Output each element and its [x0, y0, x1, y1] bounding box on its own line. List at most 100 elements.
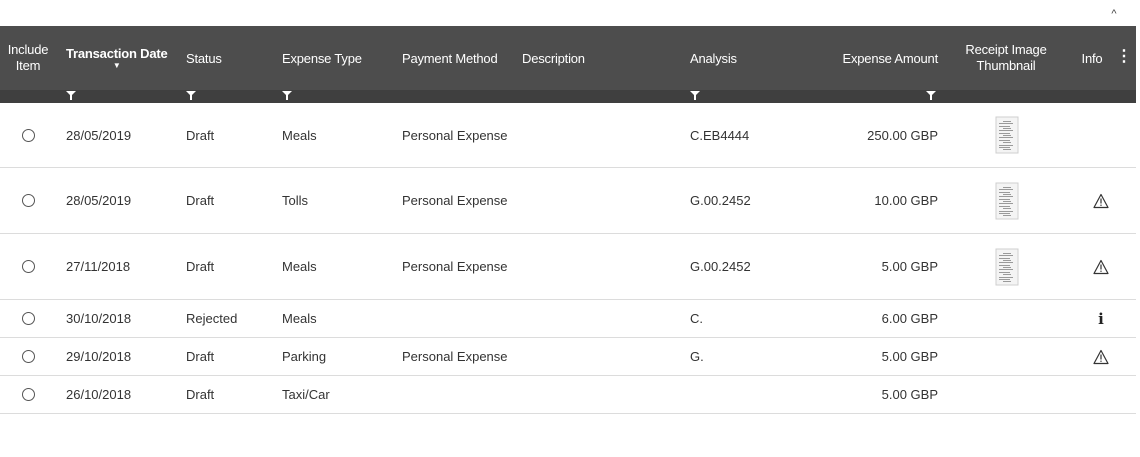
include-item-radio[interactable] [21, 194, 35, 207]
cell-payment-method: Personal Expense [402, 103, 517, 167]
cell-analysis-text: C. [690, 311, 703, 326]
cell-expense-type: Meals [282, 300, 392, 337]
include-item-radio[interactable] [21, 260, 35, 273]
column-transaction-date[interactable]: Transaction Date ▼ [66, 26, 176, 90]
table-row[interactable]: 30/10/2018 Rejected Meals C. 6.00 GBP i [0, 300, 1136, 338]
cell-expense-type: Taxi/Car [282, 376, 392, 413]
collapse-chevron-up-icon[interactable]: ^ [1106, 6, 1122, 22]
cell-analysis-text: C.EB4444 [690, 127, 750, 143]
cell-status-text: Draft [186, 127, 215, 143]
column-label: Expense Type [282, 50, 362, 66]
cell-analysis: C. [690, 300, 790, 337]
warning-icon[interactable] [1093, 259, 1109, 275]
cell-payment-method: Personal Expense [402, 234, 517, 299]
column-description[interactable]: Description [522, 26, 642, 90]
filter-analysis-icon[interactable] [690, 91, 700, 101]
grid-body: 28/05/2019 Draft Meals Personal Expense C.EB… [0, 103, 1136, 414]
cell-expense-amount-text: 6.00 GBP [881, 311, 938, 326]
cell-payment-method [402, 376, 517, 413]
cell-expense-type: Meals [282, 103, 392, 167]
cell-transaction-date: 28/05/2019 [66, 168, 176, 233]
cell-description [522, 338, 682, 375]
cell-receipt-thumbnail [994, 338, 1020, 375]
column-label: Expense Amount [842, 50, 939, 66]
cell-expense-type-text: Meals [282, 127, 317, 143]
column-label: Transaction Date [66, 46, 168, 61]
cell-status-text: Draft [186, 387, 215, 402]
column-analysis[interactable]: Analysis [690, 26, 790, 90]
cell-expense-amount-text: 5.00 GBP [881, 387, 938, 402]
cell-expense-amount-text: 5.00 GBP [881, 259, 938, 274]
cell-expense-amount-text: 250.00 GBP [867, 127, 938, 143]
info-icon[interactable]: i [1098, 310, 1104, 328]
cell-transaction-date: 26/10/2018 [66, 376, 176, 413]
table-row[interactable]: 28/05/2019 Draft Meals Personal Expense C.EB… [0, 103, 1136, 168]
cell-transaction-date: 29/10/2018 [66, 338, 176, 375]
column-label: Receipt Image Thumbnail [965, 42, 1047, 73]
column-info: Info [1072, 26, 1112, 90]
expense-grid: Include Item Transaction Date ▼ Status E… [0, 26, 1136, 414]
column-menu-icon[interactable]: ⋮ [1116, 48, 1132, 66]
grid-header: Include Item Transaction Date ▼ Status E… [0, 26, 1136, 90]
table-row[interactable]: 27/11/2018 Draft Meals Personal Expense G.00… [0, 234, 1136, 300]
cell-info [1088, 234, 1114, 299]
cell-status-text: Rejected [186, 311, 238, 326]
column-label: Status [186, 50, 222, 66]
cell-expense-amount: 10.00 GBP [800, 168, 938, 233]
column-include-item: Include Item [0, 26, 56, 90]
warning-icon[interactable] [1093, 193, 1109, 209]
cell-description [522, 300, 682, 337]
cell-status: Draft [186, 338, 276, 375]
cell-info [1088, 376, 1114, 413]
cell-expense-type: Parking [282, 338, 392, 375]
cell-payment-method-text: Personal Expense [402, 127, 508, 143]
column-label: Info [1081, 50, 1103, 66]
cell-expense-amount-text: 5.00 GBP [881, 349, 938, 364]
receipt-thumbnail-icon[interactable] [995, 182, 1019, 220]
cell-info [1088, 338, 1114, 375]
cell-status: Draft [186, 376, 276, 413]
column-expense-amount[interactable]: Expense Amount [800, 26, 939, 90]
filter-transaction-date-icon[interactable] [66, 91, 76, 101]
cell-transaction-date-text: 28/05/2019 [66, 127, 132, 143]
cell-analysis: C.EB4444 [690, 103, 790, 167]
filter-status-icon[interactable] [186, 91, 196, 101]
cell-analysis: G. [690, 338, 790, 375]
table-row[interactable]: 29/10/2018 Draft Parking Personal Expense G.… [0, 338, 1136, 376]
warning-icon[interactable] [1093, 349, 1109, 365]
include-item-radio[interactable] [21, 128, 35, 142]
cell-expense-type-text: Taxi/Car [282, 387, 330, 402]
column-expense-type[interactable]: Expense Type [282, 26, 392, 90]
receipt-thumbnail-icon[interactable] [995, 116, 1019, 154]
include-item-radio[interactable] [21, 312, 35, 325]
cell-include-item [20, 376, 36, 413]
cell-expense-amount: 6.00 GBP [800, 300, 938, 337]
cell-payment-method-text: Personal Expense [402, 349, 508, 364]
filter-expense-type-icon[interactable] [282, 91, 292, 101]
sort-descending-icon: ▼ [112, 61, 121, 70]
cell-analysis-text: G.00.2452 [690, 259, 751, 274]
include-item-radio[interactable] [21, 388, 35, 401]
cell-status: Draft [186, 103, 276, 167]
cell-analysis [690, 376, 790, 413]
cell-transaction-date-text: 29/10/2018 [66, 349, 132, 364]
cell-description [522, 103, 682, 167]
column-payment-method[interactable]: Payment Method [402, 26, 517, 90]
cell-include-item [20, 103, 36, 167]
column-receipt-thumbnail: Receipt Image Thumbnail [956, 26, 1056, 90]
cell-include-item [20, 168, 36, 233]
cell-include-item [20, 234, 36, 299]
cell-receipt-thumbnail [994, 103, 1020, 167]
cell-expense-type: Tolls [282, 168, 392, 233]
receipt-thumbnail-icon[interactable] [995, 248, 1019, 286]
include-item-radio[interactable] [21, 350, 35, 363]
cell-expense-amount: 5.00 GBP [800, 234, 938, 299]
cell-description [522, 376, 682, 413]
cell-transaction-date-text: 27/11/2018 [66, 259, 131, 274]
table-row[interactable]: 26/10/2018 Draft Taxi/Car 5.00 GBP [0, 376, 1136, 414]
table-row[interactable]: 28/05/2019 Draft Tolls Personal Expense G.00… [0, 168, 1136, 234]
cell-status: Rejected [186, 300, 276, 337]
column-status[interactable]: Status [186, 26, 276, 90]
filter-expense-amount-icon[interactable] [926, 91, 936, 101]
cell-include-item [20, 338, 36, 375]
